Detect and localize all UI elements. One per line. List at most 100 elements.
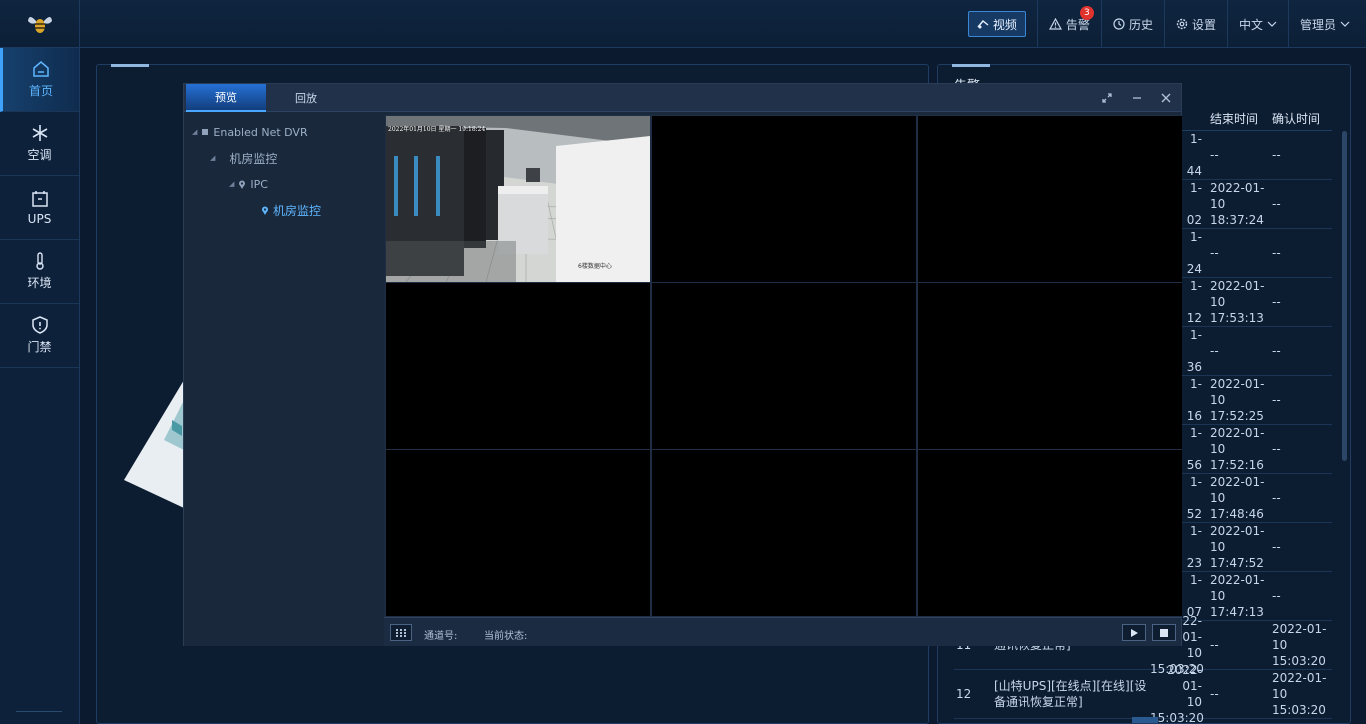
sidebar-item-label: 首页 bbox=[28, 84, 53, 98]
tree-node-label: 机房监控 bbox=[229, 151, 278, 166]
cell-line: 2022-01- bbox=[1167, 663, 1202, 693]
cell-line: 10 bbox=[1210, 589, 1226, 603]
language-label: 中文 bbox=[1238, 17, 1263, 32]
cell-ack-time: 2022-01-10 15:03:20 bbox=[1272, 671, 1327, 717]
cell-line: 10 bbox=[1210, 295, 1226, 309]
tree-node-camera[interactable]: 机房监控 bbox=[261, 201, 321, 219]
col-header: 结束时间 bbox=[1210, 111, 1259, 126]
alarm-count-badge: 3 bbox=[1079, 6, 1094, 20]
isometric-room-graphic bbox=[124, 380, 184, 508]
cell-start-time: 2022-01- 10 15:03:20 bbox=[1150, 662, 1210, 724]
app-logo[interactable] bbox=[0, 0, 80, 48]
minimize-icon[interactable] bbox=[1128, 89, 1146, 107]
video-button[interactable]: 视频 bbox=[967, 11, 1026, 37]
cell-ack-time: -- bbox=[1272, 589, 1281, 603]
cell-line: 10 bbox=[1210, 442, 1226, 456]
chevron-down-icon bbox=[1267, 21, 1277, 27]
video-cell[interactable] bbox=[652, 283, 916, 449]
cell-end-time: -- bbox=[1210, 245, 1272, 261]
cell-index: 12 bbox=[956, 687, 972, 701]
tab-playback[interactable]: 回放 bbox=[266, 84, 346, 112]
nav-settings[interactable]: 设置 bbox=[1163, 0, 1227, 48]
video-cell[interactable] bbox=[918, 450, 1182, 616]
history-label: 历史 bbox=[1128, 17, 1153, 32]
ups-icon bbox=[31, 190, 48, 207]
cell-end-time: 2022-01- 10 17:52:25 bbox=[1210, 376, 1272, 424]
cell-ack-time: -- bbox=[1272, 442, 1281, 456]
nav-alarm[interactable]: 告警 3 bbox=[1036, 0, 1101, 48]
cell-ack-time: 2022-01-10 15:03:20 bbox=[1272, 622, 1327, 668]
cell-line: 17:47:52 bbox=[1210, 556, 1264, 570]
sidebar-item-label: UPS bbox=[27, 211, 52, 226]
cell-line: 10 bbox=[1186, 695, 1202, 709]
thermometer-icon bbox=[35, 252, 44, 270]
video-cell-active[interactable]: 2022年01月10日 星期一 19:18:24 6楼数据中心 bbox=[386, 116, 650, 282]
gear-icon bbox=[1176, 18, 1188, 30]
play-icon bbox=[1131, 628, 1138, 637]
sidebar-item-environment[interactable]: 环境 bbox=[0, 240, 79, 304]
video-window: 预览 回放 ◢ Enabled Net DVR ◢ 机房监控 ◢ IPC 机房监 bbox=[183, 83, 1182, 646]
restore-icon[interactable] bbox=[1098, 89, 1116, 107]
cell-line: -- bbox=[1210, 344, 1219, 358]
grid-icon bbox=[396, 628, 406, 637]
cell-end-time: -- bbox=[1210, 343, 1272, 359]
sidebar-item-access[interactable]: 门禁 bbox=[0, 304, 79, 368]
cell-ack-time: -- bbox=[1272, 246, 1281, 260]
sidebar-item-label: 空调 bbox=[27, 148, 52, 162]
camera-icon bbox=[977, 20, 989, 29]
tree-node-label: IPC bbox=[250, 177, 268, 191]
tree-node-dvr[interactable]: ◢ Enabled Net DVR bbox=[192, 123, 308, 141]
top-nav: 视频 告警 3 历史 设置 中文 管理员 bbox=[957, 0, 1366, 48]
cell-line: -- bbox=[1210, 687, 1219, 701]
sidebar-item-aircon[interactable]: 空调 bbox=[0, 112, 79, 176]
video-cell[interactable] bbox=[918, 283, 1182, 449]
video-cell[interactable] bbox=[918, 116, 1182, 282]
sidebar-item-label: 环境 bbox=[27, 276, 52, 290]
cell-end-time: 2022-01- 10 17:47:52 bbox=[1210, 523, 1272, 571]
video-cell[interactable] bbox=[652, 450, 916, 616]
nav-history[interactable]: 历史 bbox=[1100, 0, 1164, 48]
location-pin-icon bbox=[262, 206, 268, 215]
settings-label: 设置 bbox=[1191, 17, 1216, 32]
cell-ack-time: -- bbox=[1272, 393, 1281, 407]
cell-line: 2022-01- bbox=[1210, 426, 1265, 440]
user-menu[interactable]: 管理员 bbox=[1287, 0, 1366, 48]
table-row[interactable]: 12 [山特UPS][在线点][在线][设备通讯恢复正常] 2022-01- 10 15… bbox=[954, 663, 1332, 724]
cell-end-time: 2022-01- 10 17:52:16 bbox=[1210, 425, 1272, 473]
sidebar-item-home[interactable]: 首页 bbox=[0, 48, 79, 112]
expand-triangle-icon: ◢ bbox=[229, 180, 235, 188]
video-control-bar: 通道号: 当前状态: bbox=[384, 617, 1181, 646]
cell-line: 18:37:24 bbox=[1210, 213, 1264, 227]
cell-end-time: -- bbox=[1210, 686, 1272, 702]
cell-ack-time: -- bbox=[1272, 148, 1281, 162]
expand-triangle-icon: ◢ bbox=[210, 154, 216, 162]
tree-node-group[interactable]: ◢ 机房监控 bbox=[210, 149, 277, 167]
location-pin-icon bbox=[239, 180, 246, 189]
user-label: 管理员 bbox=[1299, 17, 1336, 32]
panel-tab-marker bbox=[111, 64, 149, 67]
video-cell[interactable] bbox=[652, 116, 916, 282]
chevron-down-icon bbox=[1340, 21, 1350, 27]
cell-name: [山特UPS][在线点][在线][设备通讯恢复正常] bbox=[994, 679, 1147, 709]
cell-line: 2022-01- bbox=[1210, 181, 1265, 195]
grid-layout-button[interactable] bbox=[390, 624, 412, 641]
sidebar-divider bbox=[16, 711, 62, 712]
close-icon[interactable] bbox=[1157, 89, 1175, 107]
tab-preview[interactable]: 预览 bbox=[186, 84, 266, 112]
tree-node-label: Enabled Net DVR bbox=[213, 125, 308, 139]
tree-node-ipc[interactable]: ◢ IPC bbox=[229, 175, 268, 193]
cell-end-time: -- bbox=[1210, 637, 1272, 653]
cell-end-time: 2022-01- 10 17:47:13 bbox=[1210, 572, 1272, 620]
cell-line: 2022-01- bbox=[1210, 573, 1265, 587]
pager-indicator[interactable] bbox=[1132, 717, 1158, 723]
sidebar-item-ups[interactable]: UPS bbox=[0, 176, 79, 240]
stop-button[interactable] bbox=[1152, 624, 1176, 641]
cell-line: 17:52:25 bbox=[1210, 409, 1264, 423]
sidebar-item-label: 门禁 bbox=[27, 340, 52, 354]
play-button[interactable] bbox=[1122, 624, 1146, 641]
video-cell[interactable] bbox=[386, 283, 650, 449]
table-scrollbar[interactable] bbox=[1342, 131, 1347, 461]
nav-video[interactable]: 视频 bbox=[957, 0, 1037, 48]
video-cell[interactable] bbox=[386, 450, 650, 616]
language-select[interactable]: 中文 bbox=[1226, 0, 1288, 48]
